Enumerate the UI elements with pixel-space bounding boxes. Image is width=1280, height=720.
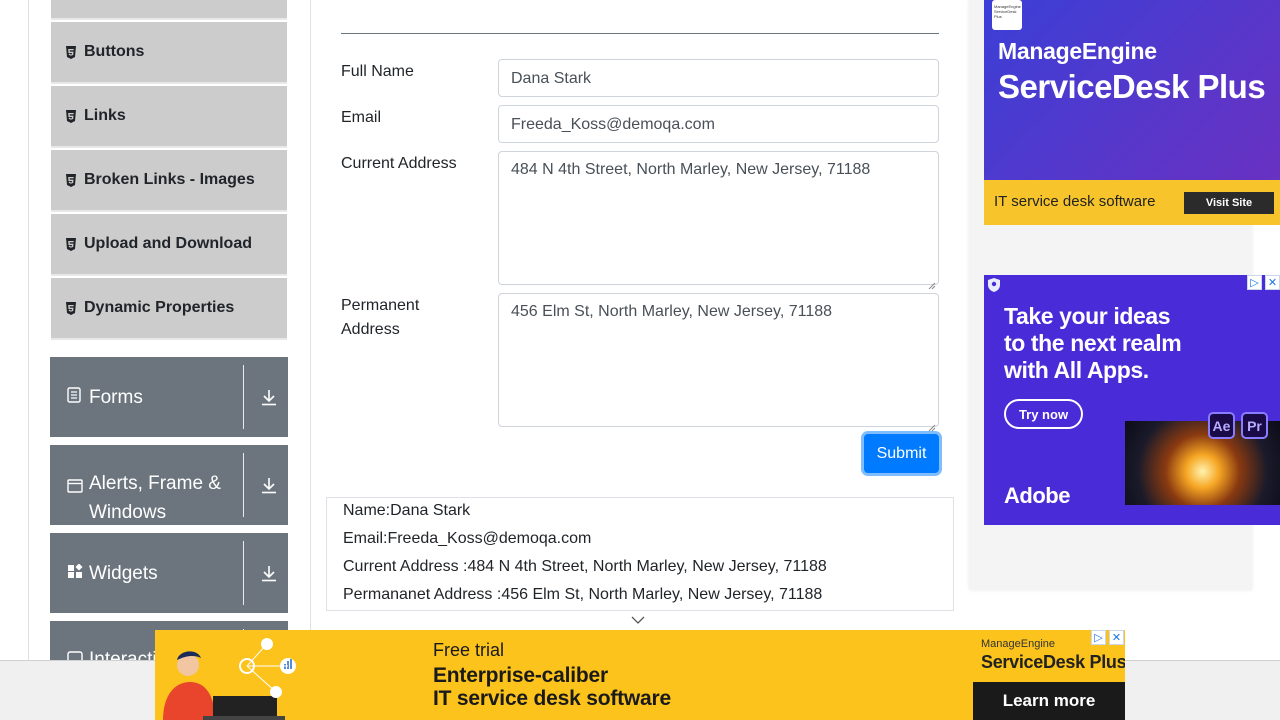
output-panel: Name:Dana Stark Email:Freeda_Koss@demoqa… [326, 497, 954, 611]
premiere-icon: Pr [1241, 412, 1268, 439]
html5-icon [65, 301, 77, 315]
resize-handle-icon[interactable] [928, 274, 936, 290]
download-arrow-icon[interactable] [260, 475, 278, 495]
sidebar-group-widgets[interactable]: Widgets [50, 533, 288, 613]
permanent-address-textarea[interactable]: 456 Elm St, North Marley, New Jersey, 71… [498, 293, 939, 432]
ad-headline: Take your ideas to the next realm with A… [1004, 303, 1182, 383]
output-permanent-address: Permananet Address :456 Elm St, North Ma… [343, 586, 823, 603]
try-now-button[interactable]: Try now [1004, 399, 1083, 429]
divider [341, 33, 939, 34]
current-address-label: Current Address [341, 155, 457, 172]
page: Buttons Links Broken Links - Images Uplo… [0, 0, 1280, 720]
widgets-icon [67, 563, 83, 580]
email-input[interactable]: Freeda_Koss@demoqa.com [498, 105, 939, 143]
sidebar-item-buttons[interactable]: Buttons [51, 22, 287, 84]
shield-icon [988, 278, 1000, 292]
html5-icon [65, 109, 77, 123]
download-arrow-icon[interactable] [260, 563, 278, 583]
adchoices-icon[interactable]: ▷ [1091, 630, 1106, 645]
full-name-label: Full Name [341, 63, 414, 80]
sidebar-item-dynamic-properties[interactable]: Dynamic Properties [51, 278, 287, 340]
ad-line-enterprise: Enterprise-caliber [433, 664, 608, 687]
ad-servicedesk-top[interactable]: ManageEngine ServiceDesk Plus ManageEngin… [984, 0, 1280, 225]
adchoices-icon[interactable]: ▷ [1247, 275, 1262, 290]
html5-icon [65, 45, 77, 59]
divider [243, 453, 244, 517]
group-label: Widgets [89, 563, 158, 584]
ad-line-free-trial: Free trial [433, 640, 505, 660]
permanent-address-label: Permanent Address [341, 297, 420, 338]
html5-icon [65, 173, 77, 187]
after-effects-icon: Ae [1208, 412, 1235, 439]
sidebar-item-label: Links [84, 107, 126, 124]
ad-brand: ManageEngine [981, 638, 1056, 650]
sidebar-item-broken-links[interactable]: Broken Links - Images [51, 150, 287, 212]
close-icon[interactable]: ✕ [1109, 630, 1124, 645]
output-name: Name:Dana Stark [343, 502, 471, 519]
sidebar-group-forms[interactable]: Forms [50, 357, 288, 437]
full-name-input[interactable]: Dana Stark [498, 59, 939, 97]
output-current-address: Current Address :484 N 4th Street, North… [343, 558, 827, 575]
text-box-form: Full Name Dana Stark Email Freeda_Koss@d… [311, 0, 969, 720]
ad-line-it-service: IT service desk software [433, 687, 671, 710]
visit-site-button[interactable]: Visit Site [1184, 192, 1274, 214]
sidebar-item-label: Dynamic Properties [84, 299, 235, 316]
current-address-textarea[interactable]: 484 N 4th Street, North Marley, New Jers… [498, 151, 939, 290]
divider [243, 541, 244, 605]
sidebar-item-label: Broken Links - Images [84, 171, 255, 188]
ad-servicedesk-bottom[interactable]: Free trial Enterprise-caliber IT service… [155, 630, 1125, 720]
ad-strip-text: IT service desk software [994, 193, 1156, 210]
sidebar-item-label: Upload and Download [84, 235, 252, 252]
window-icon [67, 477, 83, 493]
html5-icon [65, 237, 77, 251]
sidebar-item-label: Buttons [84, 43, 145, 60]
group-label: Alerts, Frame & Windows [89, 473, 221, 523]
ad-brand: ManageEngine [998, 38, 1157, 64]
divider [243, 365, 244, 429]
person-laptop-illustration [155, 630, 305, 720]
learn-more-button[interactable]: Learn more [973, 682, 1125, 720]
ad-product: ServiceDesk Plus [981, 652, 1125, 672]
form-icon [67, 387, 83, 403]
current-address-value: 484 N 4th Street, North Marley, New Jers… [511, 161, 871, 178]
sidebar-item-above[interactable] [51, 0, 287, 20]
resize-handle-icon[interactable] [928, 416, 936, 432]
download-arrow-icon[interactable] [260, 387, 278, 407]
sidebar: Buttons Links Broken Links - Images Uplo… [28, 0, 311, 720]
group-label: Forms [89, 387, 143, 408]
chevron-down-icon[interactable] [631, 612, 645, 624]
sidebar-item-upload-download[interactable]: Upload and Download [51, 214, 287, 276]
output-email: Email:Freeda_Koss@demoqa.com [343, 530, 592, 547]
adobe-logo: Adobe [1004, 483, 1070, 508]
email-label: Email [341, 109, 382, 126]
ad-adobe[interactable]: ▷ ✕ Take your ideas to the next realm wi… [984, 275, 1280, 525]
permanent-address-value: 456 Elm St, North Marley, New Jersey, 71… [511, 303, 833, 320]
close-icon[interactable]: ✕ [1265, 275, 1280, 290]
sidebar-item-links[interactable]: Links [51, 86, 287, 148]
sidebar-group-alerts[interactable]: Alerts, Frame & Windows [50, 445, 288, 525]
manageengine-logo: ManageEngine ServiceDesk Plus [992, 0, 1022, 30]
ad-product: ServiceDesk Plus [998, 68, 1266, 105]
submit-button[interactable]: Submit [864, 434, 939, 473]
